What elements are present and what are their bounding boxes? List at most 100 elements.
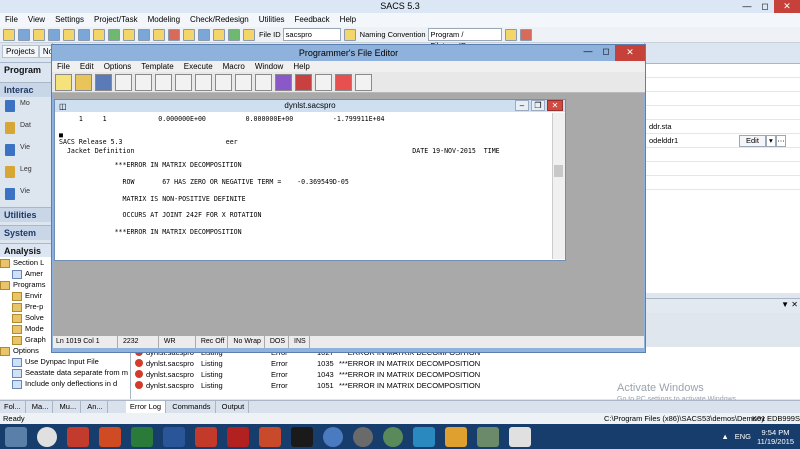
error-row[interactable]: dynlst.sacspro Listing Error 1043 ***ERR…	[131, 369, 800, 380]
warning-icon[interactable]	[519, 28, 532, 41]
paste-icon[interactable]	[155, 73, 172, 91]
tab-analysis[interactable]: An...	[83, 401, 108, 413]
word-wrap-icon[interactable]	[255, 73, 272, 91]
tab-projects[interactable]: Projects	[2, 45, 39, 58]
tab-main[interactable]: Ma...	[28, 401, 54, 413]
system-header[interactable]: System	[0, 225, 52, 240]
save-icon[interactable]	[95, 73, 112, 91]
scroll-thumb[interactable]	[554, 165, 563, 177]
language-indicator[interactable]: ENG	[735, 432, 751, 441]
document-text[interactable]: 1 1 0.000000E+00 0.000000E+00 -1.799911E…	[59, 113, 549, 259]
excel-icon[interactable]	[131, 426, 153, 447]
template-icon[interactable]	[275, 73, 292, 91]
powerpoint-icon[interactable]	[99, 426, 121, 447]
macro-icon[interactable]	[295, 73, 312, 91]
naming-convention-select[interactable]: Program / Filetype.ID	[427, 28, 502, 50]
editor-menu-file[interactable]: File	[52, 61, 75, 72]
copy-icon[interactable]	[78, 28, 90, 41]
naming-action-icon[interactable]	[504, 28, 517, 41]
editor-close-button[interactable]: ✕	[615, 45, 645, 61]
minimize-button[interactable]: —	[738, 0, 756, 13]
app-icon[interactable]	[445, 426, 467, 447]
open-folder-icon[interactable]	[75, 73, 92, 91]
paste-icon[interactable]	[93, 28, 105, 41]
tree-option-dynpac[interactable]: Use Dynpac Input File	[0, 356, 130, 367]
menu-settings[interactable]: Settings	[50, 13, 89, 27]
editor-menu-window[interactable]: Window	[250, 61, 288, 72]
edit-button[interactable]: Edit	[739, 134, 766, 147]
precede-icon[interactable]	[168, 28, 180, 41]
undo-icon[interactable]	[215, 73, 232, 91]
menu-help[interactable]: Help	[335, 13, 361, 27]
file-editor-icon[interactable]	[509, 426, 531, 447]
tab-multi[interactable]: Mu...	[56, 401, 82, 413]
sidebar-item-model[interactable]: Mo	[0, 97, 52, 119]
app-icon[interactable]	[195, 426, 217, 447]
sidebar-item-legend[interactable]: Leg	[0, 163, 52, 185]
menu-file[interactable]: File	[0, 13, 23, 27]
file-id-field[interactable]: sacspro	[282, 28, 341, 41]
list-icon[interactable]	[235, 73, 252, 91]
save-icon[interactable]	[33, 28, 45, 41]
chrome-icon[interactable]	[37, 426, 57, 447]
new-file-icon[interactable]	[55, 73, 72, 91]
open-icon[interactable]	[18, 28, 30, 41]
menu-utilities[interactable]: Utilities	[254, 13, 290, 27]
app-icon[interactable]	[383, 426, 403, 447]
sidebar-item-data[interactable]: Dat	[0, 119, 52, 141]
tree-option-seastate[interactable]: Seastate data separate from m	[0, 367, 130, 378]
app-icon[interactable]	[477, 426, 499, 447]
app-icon[interactable]	[67, 426, 89, 447]
utilities-header[interactable]: Utilities	[0, 207, 52, 222]
menu-project-task[interactable]: Project/Task	[89, 13, 143, 27]
pen-icon[interactable]	[355, 73, 372, 91]
find-replace-icon[interactable]	[195, 73, 212, 91]
editor-menu-edit[interactable]: Edit	[75, 61, 99, 72]
tray-arrow-icon[interactable]: ▲	[721, 432, 728, 441]
word-icon[interactable]	[163, 426, 185, 447]
cut-icon[interactable]	[63, 28, 75, 41]
help-icon[interactable]	[243, 28, 255, 41]
editor-menu-macro[interactable]: Macro	[218, 61, 250, 72]
editor-icon[interactable]	[198, 28, 210, 41]
autocad-icon[interactable]	[227, 426, 249, 447]
tab-commands[interactable]: Commands	[168, 401, 216, 413]
new-icon[interactable]	[3, 28, 15, 41]
document-scrollbar[interactable]	[552, 113, 565, 259]
editor-menu-options[interactable]: Options	[99, 61, 137, 72]
maximize-button[interactable]: ◻	[756, 0, 774, 13]
menu-modeling[interactable]: Modeling	[143, 13, 185, 27]
run-icon[interactable]	[108, 28, 120, 41]
app-icon[interactable]	[291, 426, 313, 447]
tab-folders[interactable]: Fol...	[0, 401, 26, 413]
app-icon[interactable]	[413, 426, 435, 447]
copy-icon[interactable]	[135, 73, 152, 91]
close-button[interactable]: ✕	[774, 0, 800, 13]
clock[interactable]: 9:54 PM 11/19/2015	[757, 428, 794, 446]
editor-menu-execute[interactable]: Execute	[179, 61, 218, 72]
pin-icon[interactable]: ▼	[781, 300, 789, 309]
menu-view[interactable]: View	[23, 13, 50, 27]
sacs-icon[interactable]	[323, 426, 343, 447]
chevron-down-icon[interactable]: ▾	[765, 134, 776, 147]
lab-icon[interactable]	[335, 73, 352, 91]
data-icon[interactable]	[138, 28, 150, 41]
sidebar-item-view-2[interactable]: Vie	[0, 185, 52, 207]
close-icon[interactable]: ✕	[791, 300, 798, 309]
file-id-action-icon[interactable]	[343, 28, 356, 41]
cut-icon[interactable]	[115, 73, 132, 91]
list-icon[interactable]	[213, 28, 225, 41]
app-icon[interactable]	[353, 426, 373, 447]
print-icon[interactable]	[48, 28, 60, 41]
doc-minimize-button[interactable]: –	[515, 100, 529, 111]
editor-maximize-button[interactable]: ◻	[597, 45, 615, 58]
error-row[interactable]: dynlst.sacspro Listing Error 1035 ***ERR…	[131, 358, 800, 369]
view-icon[interactable]	[153, 28, 165, 41]
editor-minimize-button[interactable]: —	[579, 45, 597, 58]
model-icon[interactable]	[123, 28, 135, 41]
tree-option-deflections[interactable]: Include only deflections in d	[0, 378, 130, 389]
doc-close-button[interactable]: ✕	[547, 100, 563, 111]
postvue-icon[interactable]	[183, 28, 195, 41]
sidebar-item-view[interactable]: Vie	[0, 141, 52, 163]
editor-menu-help[interactable]: Help	[288, 61, 314, 72]
